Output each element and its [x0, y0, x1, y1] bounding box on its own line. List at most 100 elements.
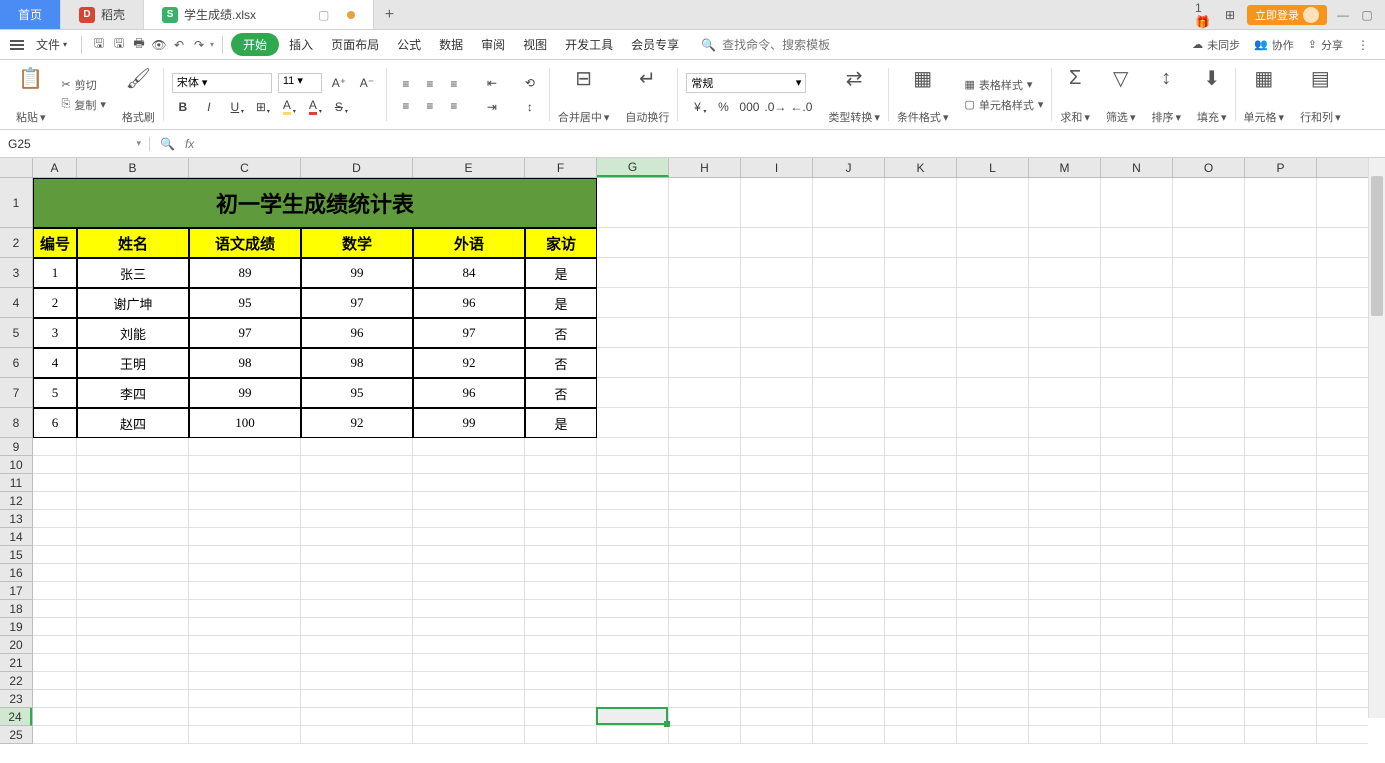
cell-N3[interactable]	[1101, 258, 1173, 288]
cell-H12[interactable]	[669, 492, 741, 510]
cell-P16[interactable]	[1245, 564, 1317, 582]
merge-center-button[interactable]: 合并居中▾	[558, 109, 610, 125]
tab-view[interactable]: 视图	[515, 32, 555, 57]
cell-B7[interactable]: 李四	[77, 378, 189, 408]
cond-format-icon[interactable]: ▦	[909, 64, 937, 92]
cell-P14[interactable]	[1245, 528, 1317, 546]
cell-F16[interactable]	[525, 564, 597, 582]
cell-A25[interactable]	[33, 726, 77, 744]
cell-F24[interactable]	[525, 708, 597, 726]
decrease-font-icon[interactable]: A⁻	[356, 73, 378, 93]
cell-N5[interactable]	[1101, 318, 1173, 348]
cell-I18[interactable]	[741, 600, 813, 618]
col-header-J[interactable]: J	[813, 158, 885, 177]
cell-M14[interactable]	[1029, 528, 1101, 546]
col-header-P[interactable]: P	[1245, 158, 1317, 177]
cell-E20[interactable]	[413, 636, 525, 654]
cell-N12[interactable]	[1101, 492, 1173, 510]
number-format-select[interactable]: 常规▾	[686, 73, 806, 93]
cell-C13[interactable]	[189, 510, 301, 528]
cell-O18[interactable]	[1173, 600, 1245, 618]
table-header-2[interactable]: 语文成绩	[189, 228, 301, 258]
type-convert-icon[interactable]: ⇄	[840, 64, 868, 92]
cell-J8[interactable]	[813, 408, 885, 438]
cell-K20[interactable]	[885, 636, 957, 654]
row-header-12[interactable]: 12	[0, 492, 32, 510]
table-title[interactable]: 初一学生成绩统计表	[33, 178, 597, 228]
tab-dev[interactable]: 开发工具	[557, 32, 621, 57]
indent-decrease-icon[interactable]: ⇤	[481, 73, 503, 93]
cell-A5[interactable]: 3	[33, 318, 77, 348]
cell-J14[interactable]	[813, 528, 885, 546]
cell-D24[interactable]	[301, 708, 413, 726]
cell-J1[interactable]	[813, 178, 885, 228]
cell-F7[interactable]: 否	[525, 378, 597, 408]
cell-A7[interactable]: 5	[33, 378, 77, 408]
cell-M16[interactable]	[1029, 564, 1101, 582]
cell-J4[interactable]	[813, 288, 885, 318]
cell-B22[interactable]	[77, 672, 189, 690]
cell-C21[interactable]	[189, 654, 301, 672]
paste-button[interactable]: 粘贴▾	[16, 109, 46, 125]
cell-O22[interactable]	[1173, 672, 1245, 690]
cell-P22[interactable]	[1245, 672, 1317, 690]
cell-O7[interactable]	[1173, 378, 1245, 408]
cell-C23[interactable]	[189, 690, 301, 708]
cell-K10[interactable]	[885, 456, 957, 474]
cell-M20[interactable]	[1029, 636, 1101, 654]
cell-J21[interactable]	[813, 654, 885, 672]
cell-N9[interactable]	[1101, 438, 1173, 456]
cell-O21[interactable]	[1173, 654, 1245, 672]
cell-N6[interactable]	[1101, 348, 1173, 378]
sort-icon[interactable]: ↕	[1152, 64, 1180, 92]
tab-data[interactable]: 数据	[431, 32, 471, 57]
fill-color-button[interactable]: A▾	[276, 97, 298, 117]
cell-I14[interactable]	[741, 528, 813, 546]
row-header-17[interactable]: 17	[0, 582, 32, 600]
cell-G8[interactable]	[597, 408, 669, 438]
row-header-22[interactable]: 22	[0, 672, 32, 690]
cell-L21[interactable]	[957, 654, 1029, 672]
cell-P10[interactable]	[1245, 456, 1317, 474]
cell-O14[interactable]	[1173, 528, 1245, 546]
cell-F5[interactable]: 否	[525, 318, 597, 348]
cell-N7[interactable]	[1101, 378, 1173, 408]
row-header-8[interactable]: 8	[0, 408, 32, 438]
cell-E15[interactable]	[413, 546, 525, 564]
cell-M9[interactable]	[1029, 438, 1101, 456]
cell-H4[interactable]	[669, 288, 741, 318]
cell-L9[interactable]	[957, 438, 1029, 456]
cell-A17[interactable]	[33, 582, 77, 600]
print-preview-icon[interactable]: 👁	[150, 36, 168, 54]
cell-E13[interactable]	[413, 510, 525, 528]
cell-B12[interactable]	[77, 492, 189, 510]
cell-C22[interactable]	[189, 672, 301, 690]
vertical-scrollbar[interactable]	[1368, 158, 1385, 718]
col-header-B[interactable]: B	[77, 158, 189, 177]
row-header-23[interactable]: 23	[0, 690, 32, 708]
cell-K2[interactable]	[885, 228, 957, 258]
cell-H5[interactable]	[669, 318, 741, 348]
row-header-13[interactable]: 13	[0, 510, 32, 528]
cell-N21[interactable]	[1101, 654, 1173, 672]
cell-L3[interactable]	[957, 258, 1029, 288]
cells-icon[interactable]: ▦	[1250, 64, 1278, 92]
cell-C17[interactable]	[189, 582, 301, 600]
cell-K14[interactable]	[885, 528, 957, 546]
autosum-button[interactable]: 求和▾	[1060, 109, 1090, 125]
presentation-mode-icon[interactable]: ▢	[318, 8, 329, 22]
cell-L23[interactable]	[957, 690, 1029, 708]
cell-E21[interactable]	[413, 654, 525, 672]
cell-A11[interactable]	[33, 474, 77, 492]
tab-formula[interactable]: 公式	[389, 32, 429, 57]
cell-F20[interactable]	[525, 636, 597, 654]
cell-O1[interactable]	[1173, 178, 1245, 228]
cell-H14[interactable]	[669, 528, 741, 546]
filter-button[interactable]: 筛选▾	[1106, 109, 1136, 125]
paste-icon[interactable]: 📋	[17, 64, 45, 92]
command-search-input[interactable]	[722, 38, 852, 52]
cell-A6[interactable]: 4	[33, 348, 77, 378]
cell-O25[interactable]	[1173, 726, 1245, 744]
tab-review[interactable]: 审阅	[473, 32, 513, 57]
cell-N17[interactable]	[1101, 582, 1173, 600]
